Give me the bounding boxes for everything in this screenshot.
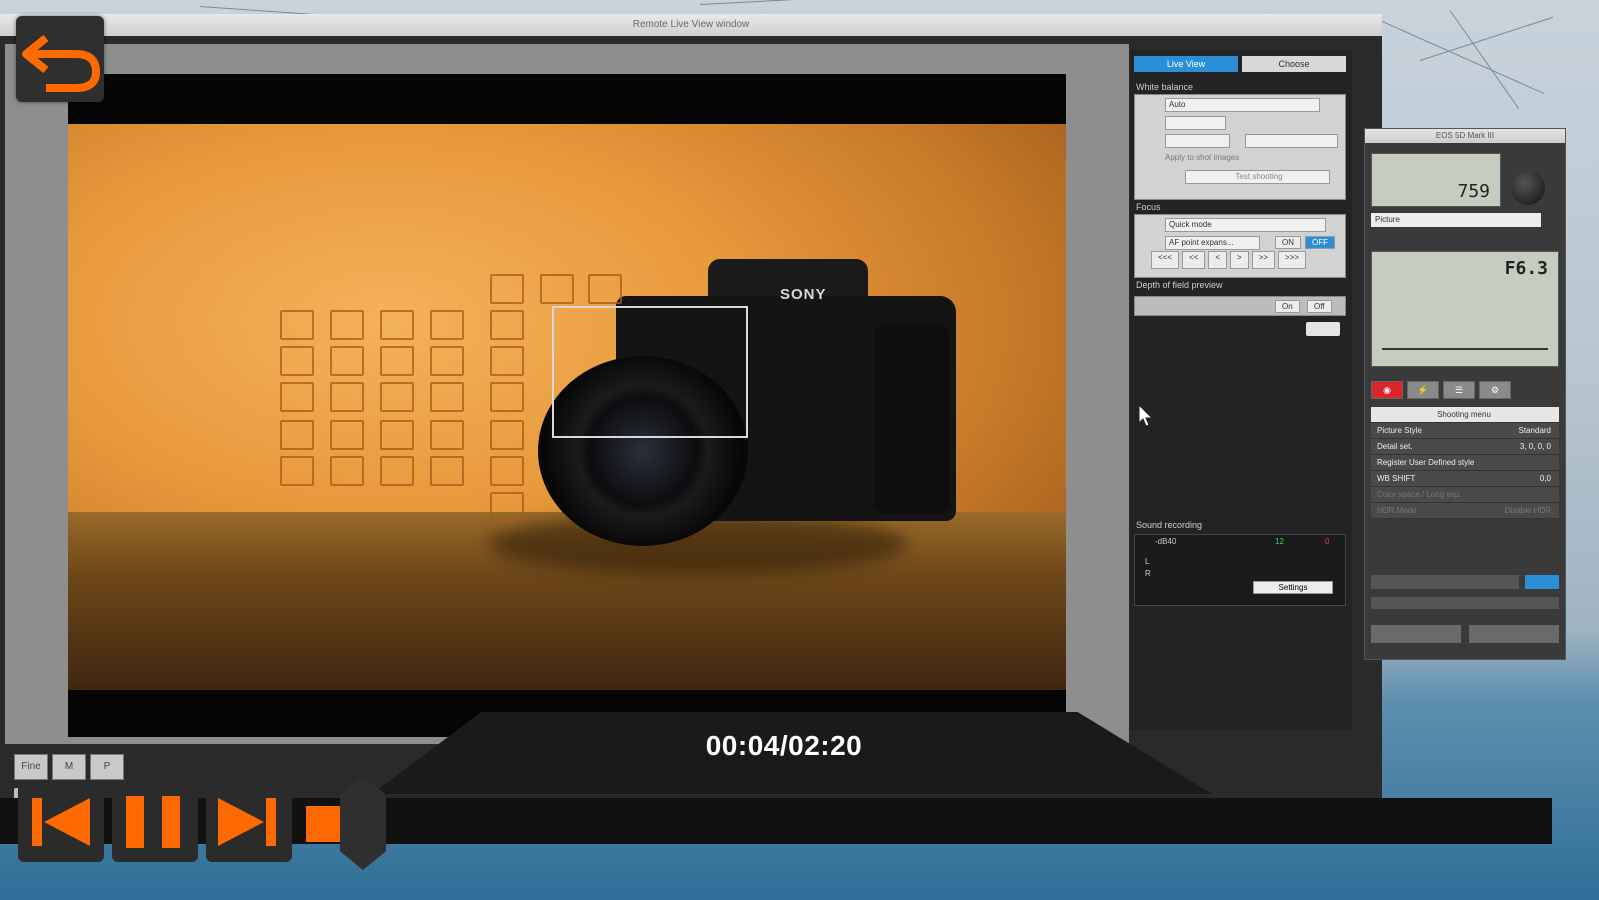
white-balance-box: Auto Apply to shot images Test shooting: [1134, 94, 1346, 200]
focus-box: Quick mode AF point expans... ON OFF <<<…: [1134, 214, 1346, 278]
sound-settings-button[interactable]: Settings: [1253, 581, 1333, 594]
menu-row[interactable]: HDR Mode Disable HDR: [1371, 503, 1559, 519]
exposure-scale: [1382, 340, 1548, 350]
timecode: 00:04/02:20: [705, 730, 863, 761]
camera-icon[interactable]: ◉: [1371, 381, 1403, 399]
sound-db-label: -dB40: [1155, 537, 1177, 546]
skip-next-icon: [218, 798, 276, 846]
camera-grip: [874, 324, 949, 514]
live-view-image[interactable]: SONY: [68, 124, 1066, 690]
thumbnail[interactable]: M: [52, 754, 86, 780]
dof-on-button[interactable]: On: [1275, 300, 1300, 313]
tab-live-view[interactable]: Live View: [1134, 56, 1238, 72]
camera-mode-icons: ◉ ⚡ ☰ ⚙: [1371, 381, 1511, 399]
menu-icon[interactable]: ☰: [1443, 381, 1475, 399]
panel-tabs: Live View Choose: [1134, 56, 1346, 72]
tab-choose[interactable]: Choose: [1242, 56, 1346, 72]
window-title: Remote Live View window: [0, 14, 1382, 36]
top-lcd: 759: [1371, 153, 1501, 207]
sound-right-label: R: [1145, 569, 1151, 578]
mouse-pointer-icon: [1138, 403, 1154, 434]
thumbnail[interactable]: P: [90, 754, 124, 780]
menu-row[interactable]: Picture Style Standard: [1371, 423, 1559, 439]
focus-off-button[interactable]: OFF: [1305, 236, 1335, 249]
depth-of-field-title: Depth of field preview: [1136, 280, 1223, 290]
sound-left-label: L: [1145, 557, 1150, 566]
apply-to-shot-label[interactable]: Apply to shot images: [1135, 149, 1345, 167]
shooting-menu-header: Shooting menu: [1371, 407, 1559, 423]
skip-previous-icon: [32, 798, 90, 846]
previous-button[interactable]: [18, 782, 104, 862]
camera-window-field-2[interactable]: [1371, 597, 1559, 609]
focus-step-button[interactable]: >: [1230, 251, 1249, 269]
dof-off-button[interactable]: Off: [1307, 300, 1332, 313]
settings-icon[interactable]: ⚙: [1479, 381, 1511, 399]
color-temp-field[interactable]: [1165, 116, 1226, 130]
focus-step-button[interactable]: <: [1208, 251, 1228, 269]
pause-button[interactable]: [112, 782, 198, 862]
flash-icon[interactable]: ⚡: [1407, 381, 1439, 399]
pause-icon: [126, 796, 180, 848]
camera-window-field[interactable]: [1371, 575, 1519, 589]
focus-on-button[interactable]: ON: [1275, 236, 1301, 249]
sound-level-end: 0: [1325, 537, 1330, 546]
white-balance-title: White balance: [1136, 82, 1194, 92]
camera-window-blue-button[interactable]: [1525, 575, 1559, 589]
shooting-mode-select[interactable]: Picture: [1371, 213, 1541, 227]
menu-row[interactable]: WB SHIFT 0,0: [1371, 471, 1559, 487]
eyedropper-select[interactable]: [1165, 134, 1230, 148]
focus-step-button[interactable]: >>>: [1278, 251, 1307, 269]
focus-step-button[interactable]: <<: [1182, 251, 1206, 269]
test-shooting-button[interactable]: Test shooting: [1185, 170, 1330, 184]
focus-step-buttons: <<< << < > >> >>>: [1135, 251, 1345, 269]
back-button[interactable]: [16, 16, 104, 102]
focus-title: Focus: [1136, 202, 1161, 212]
camera-window-title: EOS 5D Mark III: [1365, 129, 1565, 143]
back-arrow-icon: [22, 34, 101, 92]
shooting-menu: Shooting menu Picture Style Standard Deta…: [1371, 407, 1559, 519]
panel-toggle-button[interactable]: [1306, 322, 1340, 336]
thumbnail[interactable]: Fine: [14, 754, 48, 780]
camera-brand-logo: SONY: [780, 286, 827, 303]
camera-window-button[interactable]: [1469, 625, 1559, 643]
depth-of-field-box: On Off: [1134, 296, 1346, 316]
image-size-thumbnails: Fine M P: [14, 754, 124, 780]
camera-window-button[interactable]: [1371, 625, 1461, 643]
focus-mode-select[interactable]: Quick mode: [1165, 218, 1326, 232]
menu-row[interactable]: Register User Defined style: [1371, 455, 1559, 471]
menu-row[interactable]: Color space / Long exp.: [1371, 487, 1559, 503]
focus-step-button[interactable]: <<<: [1151, 251, 1180, 269]
wb-value-field[interactable]: [1245, 134, 1338, 148]
white-balance-select[interactable]: Auto: [1165, 98, 1320, 112]
af-point-select[interactable]: AF point expans...: [1165, 236, 1260, 250]
settings-lcd[interactable]: F6.3: [1371, 251, 1559, 367]
main-dial[interactable]: [1511, 171, 1545, 205]
focus-step-button[interactable]: >>: [1251, 251, 1276, 269]
shots-remaining: 759: [1457, 181, 1490, 202]
live-view-control-panel: Live View Choose White balance Auto Appl…: [1130, 50, 1352, 730]
aperture-value: F6.3: [1504, 258, 1548, 279]
scrub-handle[interactable]: [340, 776, 386, 870]
menu-row[interactable]: Detail set. 3, 0, 0, 0: [1371, 439, 1559, 455]
sound-recording-title: Sound recording: [1136, 520, 1203, 530]
sound-level-mid: 12: [1275, 537, 1284, 546]
af-frame-selection[interactable]: [552, 306, 748, 438]
sound-recording-box: -dB40 12 0 L R Settings: [1134, 534, 1346, 606]
next-button[interactable]: [206, 782, 292, 862]
progress-fill: [306, 806, 342, 842]
camera-status-window: EOS 5D Mark III 759 Picture F6.3 ◉ ⚡ ☰ ⚙…: [1364, 128, 1566, 660]
live-view-window: Remote Live View window SONY Fine M P Li…: [0, 14, 1382, 804]
